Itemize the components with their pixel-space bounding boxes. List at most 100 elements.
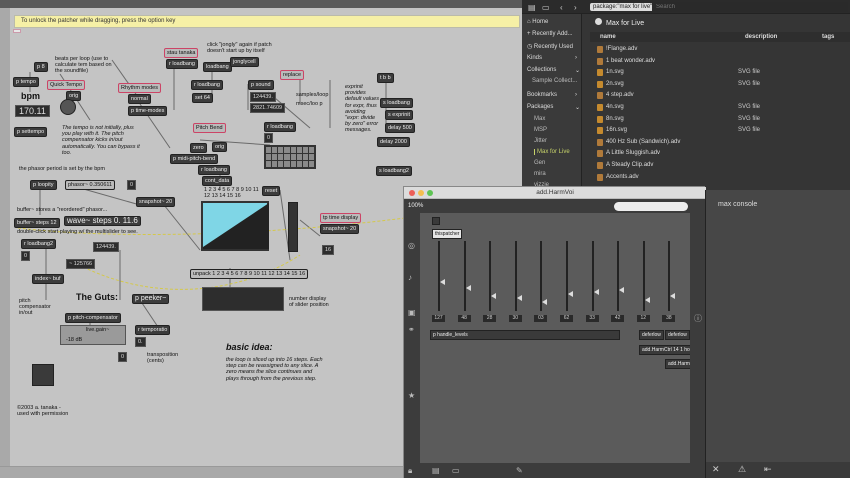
buffer-zero-number[interactable]: 0 xyxy=(21,251,31,261)
normal-menu[interactable]: normal xyxy=(128,94,151,104)
ppeeker-object[interactable]: p peeker~ xyxy=(132,294,170,304)
bpm-number-box[interactable]: 170.11 xyxy=(15,105,50,117)
slider-track[interactable] xyxy=(617,241,620,311)
package-filter-tag[interactable]: package:"max for live" xyxy=(590,3,656,11)
ms-number-box[interactable]: ~ 125766 xyxy=(66,259,96,269)
star-icon[interactable]: ★ xyxy=(408,391,415,400)
thispatcher-object[interactable]: thispatcher xyxy=(432,229,463,239)
sloadbang2-object[interactable]: s loadbang2 xyxy=(376,166,412,176)
sidebar-item-collections[interactable]: Collections ⌄ xyxy=(527,67,580,74)
slider-handle[interactable] xyxy=(491,293,497,299)
file-row[interactable]: 8n.svg SVG file xyxy=(590,114,850,126)
rloadbang-object-3[interactable]: r loadbang xyxy=(264,122,296,132)
layout-icon[interactable]: ▭ xyxy=(542,3,550,12)
tp-time-display[interactable]: tp time display xyxy=(320,213,362,223)
jongly-cell-object[interactable]: jonglycell xyxy=(230,57,259,67)
column-description[interactable]: description xyxy=(745,34,777,40)
deferlow-object-2[interactable]: deferlow xyxy=(665,330,690,340)
file-row[interactable]: A Steady Clip.adv xyxy=(590,160,850,172)
slider-handle[interactable] xyxy=(644,297,650,303)
pmidi-pitchbend-object[interactable]: p midi-pitch-bend xyxy=(170,154,219,164)
file-browser[interactable]: ▤ ▭ ‹ › package:"max for live" ⌂ Home + … xyxy=(522,0,850,190)
file-row[interactable]: 4 step.adv xyxy=(590,90,850,102)
close-window-icon[interactable] xyxy=(409,190,415,196)
slider-handle[interactable] xyxy=(593,289,599,295)
file-row[interactable]: 400 Hz Sub (Sandwich).adv xyxy=(590,137,850,149)
sixteen-number[interactable]: 16 xyxy=(322,245,335,255)
sidebar-item-max[interactable]: Max xyxy=(534,116,545,122)
wrench-icon[interactable]: ✎ xyxy=(516,466,523,475)
delay500-object[interactable]: delay 500 xyxy=(385,123,415,133)
dac-speaker[interactable] xyxy=(32,364,54,386)
harmvoi-canvas[interactable]: thispatcher 127 48 28 30 03 62 33 42 12 38 p hand… xyxy=(420,213,695,463)
slider-value[interactable]: 127 xyxy=(432,315,445,322)
unpack-object[interactable]: unpack 1 2 3 4 5 6 7 8 9 10 11 12 13 14 … xyxy=(190,269,309,279)
column-tags[interactable]: tags xyxy=(822,34,834,40)
sloadbang-object[interactable]: s loadbang xyxy=(380,98,413,108)
temporatio-number[interactable]: 0. xyxy=(135,337,146,347)
inlet-object[interactable] xyxy=(432,217,440,225)
back-icon[interactable]: ‹ xyxy=(560,3,563,12)
rtemporatio-object[interactable]: r temporatio xyxy=(135,325,171,335)
file-row[interactable]: 2n.svg SVG file xyxy=(590,79,850,91)
slider-value[interactable]: 62 xyxy=(560,315,573,322)
harmvoi-window[interactable]: add.HarmVoi 100% ◎ ♪ ▣ ⚭ ★ thispatcher 1… xyxy=(403,186,706,478)
buffer-steps-object[interactable]: buffer~ steps 12 xyxy=(14,218,60,228)
loadbang-object[interactable]: loadbang xyxy=(203,62,232,72)
phasor-object[interactable]: phasor~ 0.350611 xyxy=(65,180,116,190)
slider-value[interactable]: 30 xyxy=(508,315,522,322)
s-exprinit-object[interactable]: s exprinit xyxy=(385,110,414,120)
slider-value[interactable]: 03 xyxy=(534,315,548,322)
pitchbend-number[interactable]: 0 xyxy=(264,133,274,143)
p8-object[interactable]: p 8 xyxy=(34,62,48,72)
slider-value[interactable]: 33 xyxy=(585,315,599,322)
rloadbang-object-2[interactable]: r loadbang xyxy=(191,80,223,90)
replace-message[interactable]: replace xyxy=(280,70,305,80)
slider-handle[interactable] xyxy=(542,299,548,305)
step-grid[interactable] xyxy=(264,145,316,169)
zoom-level[interactable]: 100% xyxy=(408,203,423,209)
sidebar-item-recently-used[interactable]: ◷ Recently Used xyxy=(527,43,573,50)
sidebar-item-kinds[interactable]: Kinds › xyxy=(527,55,577,61)
file-row[interactable]: 16n.svg SVG file xyxy=(590,125,850,137)
slider-handle[interactable] xyxy=(516,295,522,301)
note-icon[interactable]: ♪ xyxy=(408,273,412,282)
file-row[interactable]: Accents.adv xyxy=(590,172,850,184)
ptime-modes-object[interactable]: p time-modes xyxy=(128,106,168,116)
slider-handle[interactable] xyxy=(440,279,445,285)
sidebar-item-home[interactable]: ⌂ Home xyxy=(527,19,548,25)
slider-value[interactable]: 48 xyxy=(457,315,471,322)
file-row[interactable]: 1 beat wonder.adv xyxy=(590,56,850,68)
reset-message[interactable]: reset xyxy=(262,186,281,196)
image-icon[interactable]: ▣ xyxy=(408,308,416,317)
file-row[interactable]: !Flange.adv xyxy=(590,44,850,56)
ppitch-compensator-object[interactable]: p pitch-compensator xyxy=(65,313,121,323)
psettempo-object[interactable]: p settempo xyxy=(14,127,48,137)
tbb-object[interactable]: t b b xyxy=(377,73,394,83)
file-row[interactable]: 4n.svg SVG file xyxy=(590,102,850,114)
zero-message[interactable]: zero xyxy=(190,143,207,153)
transposition-number[interactable]: 0 xyxy=(118,352,128,362)
rloadbang-object-4[interactable]: r loadbang xyxy=(198,165,230,175)
sidebar-item-jitter[interactable]: Jitter xyxy=(534,138,547,144)
deferlow-object-1[interactable]: deferlow xyxy=(639,330,664,340)
slider-value[interactable]: 38 xyxy=(662,315,676,322)
index-buf-object[interactable]: index~ buf xyxy=(32,274,64,284)
slider-value[interactable]: 12 xyxy=(636,315,650,322)
phasor-number[interactable]: 0 xyxy=(127,180,137,190)
back-arrow-icon[interactable]: ⇤ xyxy=(764,464,772,475)
cont-data-object[interactable]: cont_data xyxy=(202,176,233,186)
orig-message[interactable]: orig xyxy=(212,142,228,152)
slider-handle[interactable] xyxy=(619,287,625,293)
max-console[interactable]: max console ✕ ⚠ ⇤ xyxy=(705,190,850,478)
warning-icon[interactable]: ⚠ xyxy=(738,464,746,475)
buffer-number-box[interactable]: 124439. xyxy=(93,242,119,252)
addharmctrl-object[interactable]: add.HarmCtrl 14 1 hor xyxy=(639,345,695,355)
msec-number-box[interactable]: 2821.74609 xyxy=(250,103,286,113)
wave-steps-object[interactable]: wave~ steps 0. 11.6 xyxy=(64,216,141,226)
rloadbang-object-5[interactable]: r loadbang2 xyxy=(21,239,57,249)
lock-icon[interactable]: 🔒︎ xyxy=(408,466,412,476)
snapshot-object-1[interactable]: snapshot~ 20 xyxy=(136,197,176,207)
forward-icon[interactable]: › xyxy=(574,3,577,12)
sidebar-item-sample-collection[interactable]: Sample Collect... xyxy=(532,78,577,84)
